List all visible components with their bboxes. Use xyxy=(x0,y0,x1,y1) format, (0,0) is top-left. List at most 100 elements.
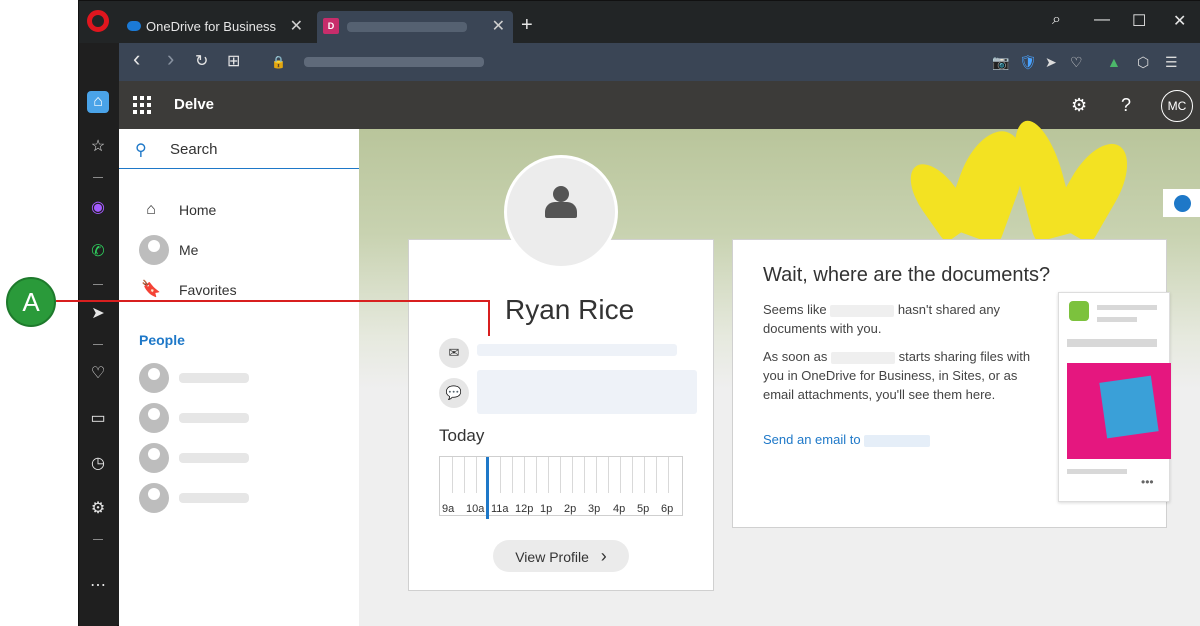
person-icon xyxy=(545,186,577,220)
star-icon[interactable]: ☆ xyxy=(87,136,109,158)
chat-icon[interactable]: 💬 xyxy=(439,378,469,408)
screenshot-stage: OneDrive for Business ✕ D ✕ + ⌕ — ☐ ✕ ‹ … xyxy=(0,0,1200,626)
send-icon[interactable]: ➤ xyxy=(1045,52,1057,72)
nav-item-me[interactable]: Me xyxy=(139,235,198,265)
profile-card: Ryan Rice ✉ 💬 Today 9a 10a 11a 12p 1p 2p… xyxy=(408,155,714,591)
timeline-label: 9a xyxy=(442,503,455,515)
tab-delve[interactable]: D ✕ xyxy=(317,11,513,43)
easy-setup-icon[interactable]: ☰ xyxy=(1165,52,1178,72)
avatar xyxy=(139,235,169,265)
back-button[interactable]: ‹ xyxy=(133,48,140,70)
people-heading[interactable]: People xyxy=(139,332,185,348)
avatar xyxy=(139,363,169,393)
app-title[interactable]: Delve xyxy=(174,96,214,113)
annotation-line xyxy=(56,300,490,302)
messenger-icon[interactable]: ◉ xyxy=(87,197,109,219)
home-icon[interactable]: ⌂ xyxy=(87,91,109,113)
send-email-link[interactable]: Send an email to xyxy=(763,432,931,447)
speed-dial-button[interactable]: ⊞ xyxy=(227,52,240,72)
annotation-line xyxy=(488,300,490,336)
current-time-marker xyxy=(486,457,489,519)
left-navigation: ⚲ Search ⌂ Home Me 🔖 Favorites People xyxy=(119,129,359,626)
document-preview-illustration: ••• xyxy=(1058,292,1171,502)
reload-button[interactable]: ↻ xyxy=(195,52,208,72)
browser-window: OneDrive for Business ✕ D ✕ + ⌕ — ☐ ✕ ‹ … xyxy=(78,0,1200,626)
history-icon[interactable]: ◷ xyxy=(87,453,109,475)
timeline-label: 6p xyxy=(661,503,674,515)
list-item[interactable] xyxy=(139,363,339,393)
map-icon xyxy=(1099,375,1159,439)
more-icon: ••• xyxy=(1141,475,1154,489)
documents-message: Seems like hasn't shared any documents w… xyxy=(763,302,1001,336)
list-item[interactable] xyxy=(139,483,339,513)
main-content: Ryan Rice ✉ 💬 Today 9a 10a 11a 12p 1p 2p… xyxy=(359,115,1200,626)
timeline-label: 3p xyxy=(588,503,601,515)
email-icon[interactable]: ✉ xyxy=(439,338,469,368)
avatar xyxy=(139,403,169,433)
new-tab-button[interactable]: + xyxy=(521,15,533,35)
search-icon[interactable]: ⌕ xyxy=(1052,11,1061,29)
nav-item-label: Favorites xyxy=(179,282,237,298)
search-box[interactable]: ⚲ Search xyxy=(119,129,359,169)
close-window-button[interactable]: ✕ xyxy=(1173,11,1186,31)
timeline-label: 1p xyxy=(540,503,553,515)
today-label: Today xyxy=(439,426,485,445)
help-icon[interactable]: ? xyxy=(1121,94,1131,116)
app-launcher-icon[interactable] xyxy=(133,96,151,114)
sidebar-divider xyxy=(93,539,103,540)
smiley-icon xyxy=(1174,195,1191,212)
url-field-redacted[interactable] xyxy=(304,57,484,67)
view-profile-label: View Profile xyxy=(515,549,589,565)
timeline-label: 5p xyxy=(637,503,650,515)
email-redacted[interactable] xyxy=(477,344,677,356)
close-tab-icon[interactable]: ✕ xyxy=(290,11,303,43)
contact-redacted xyxy=(477,370,697,414)
view-profile-button[interactable]: View Profile › xyxy=(493,540,629,572)
documents-title: Wait, where are the documents? xyxy=(763,264,1051,286)
person-name-redacted xyxy=(179,413,249,423)
extensions-icon[interactable]: ⬡ xyxy=(1137,52,1149,72)
opera-logo-icon[interactable] xyxy=(87,10,109,32)
profile-photo xyxy=(504,155,618,269)
tabs-icon[interactable]: ▭ xyxy=(87,408,109,430)
snapshot-icon[interactable]: 📷 xyxy=(992,52,1009,72)
name-redacted xyxy=(864,434,931,447)
list-item[interactable] xyxy=(139,403,339,433)
close-tab-icon[interactable]: ✕ xyxy=(492,11,505,43)
user-avatar[interactable]: MC xyxy=(1161,90,1193,122)
delve-page: Delve ⚙ ? MC ⚲ Search ⌂ Home Me 🔖 Favori… xyxy=(119,81,1200,626)
address-bar: ‹ › ↻ ⊞ 🔒 📷 🛡 ➤ ♡ ▲ ⬡ ☰ xyxy=(119,43,1200,81)
annotation-callout-a: A xyxy=(6,277,56,327)
lock-icon[interactable]: 🔒 xyxy=(271,52,286,72)
heart-icon[interactable]: ♡ xyxy=(1070,52,1083,72)
bookmark-icon: 🔖 xyxy=(141,281,161,298)
name-redacted xyxy=(830,351,895,364)
gear-icon[interactable]: ⚙ xyxy=(1071,94,1087,116)
tab-bar: OneDrive for Business ✕ D ✕ + ⌕ — ☐ ✕ xyxy=(79,1,1200,43)
minimize-button[interactable]: — xyxy=(1094,11,1110,29)
forward-button[interactable]: › xyxy=(167,48,174,70)
tab-onedrive[interactable]: OneDrive for Business ✕ xyxy=(119,11,311,43)
shield-icon[interactable]: 🛡 xyxy=(1019,52,1037,72)
send-icon[interactable]: ➤ xyxy=(87,303,109,325)
list-item[interactable] xyxy=(139,443,339,473)
search-input[interactable]: Search xyxy=(170,141,218,158)
profile-name: Ryan Rice xyxy=(505,294,635,325)
timeline-label: 10a xyxy=(466,503,485,515)
heart-icon[interactable]: ♡ xyxy=(87,363,109,385)
nav-item-label: Home xyxy=(179,202,217,218)
documents-card: Wait, where are the documents? Seems lik… xyxy=(732,239,1171,528)
home-icon: ⌂ xyxy=(146,201,156,218)
maximize-button[interactable]: ☐ xyxy=(1132,11,1146,31)
gear-icon[interactable]: ⚙ xyxy=(87,498,109,520)
timeline-label: 2p xyxy=(564,503,577,515)
vpn-icon[interactable]: ▲ xyxy=(1107,52,1121,72)
more-icon[interactable]: ⋯ xyxy=(87,575,109,597)
delve-icon: D xyxy=(323,18,339,34)
browser-sidebar: ⌂ ☆ ◉ ✆ ➤ ♡ ▭ ◷ ⚙ ⋯ xyxy=(79,81,117,626)
avatar xyxy=(139,483,169,513)
feedback-smiley-button[interactable] xyxy=(1163,189,1200,217)
whatsapp-icon[interactable]: ✆ xyxy=(87,241,109,263)
search-icon: ⚲ xyxy=(135,142,147,159)
tab-title: OneDrive for Business xyxy=(146,19,277,34)
